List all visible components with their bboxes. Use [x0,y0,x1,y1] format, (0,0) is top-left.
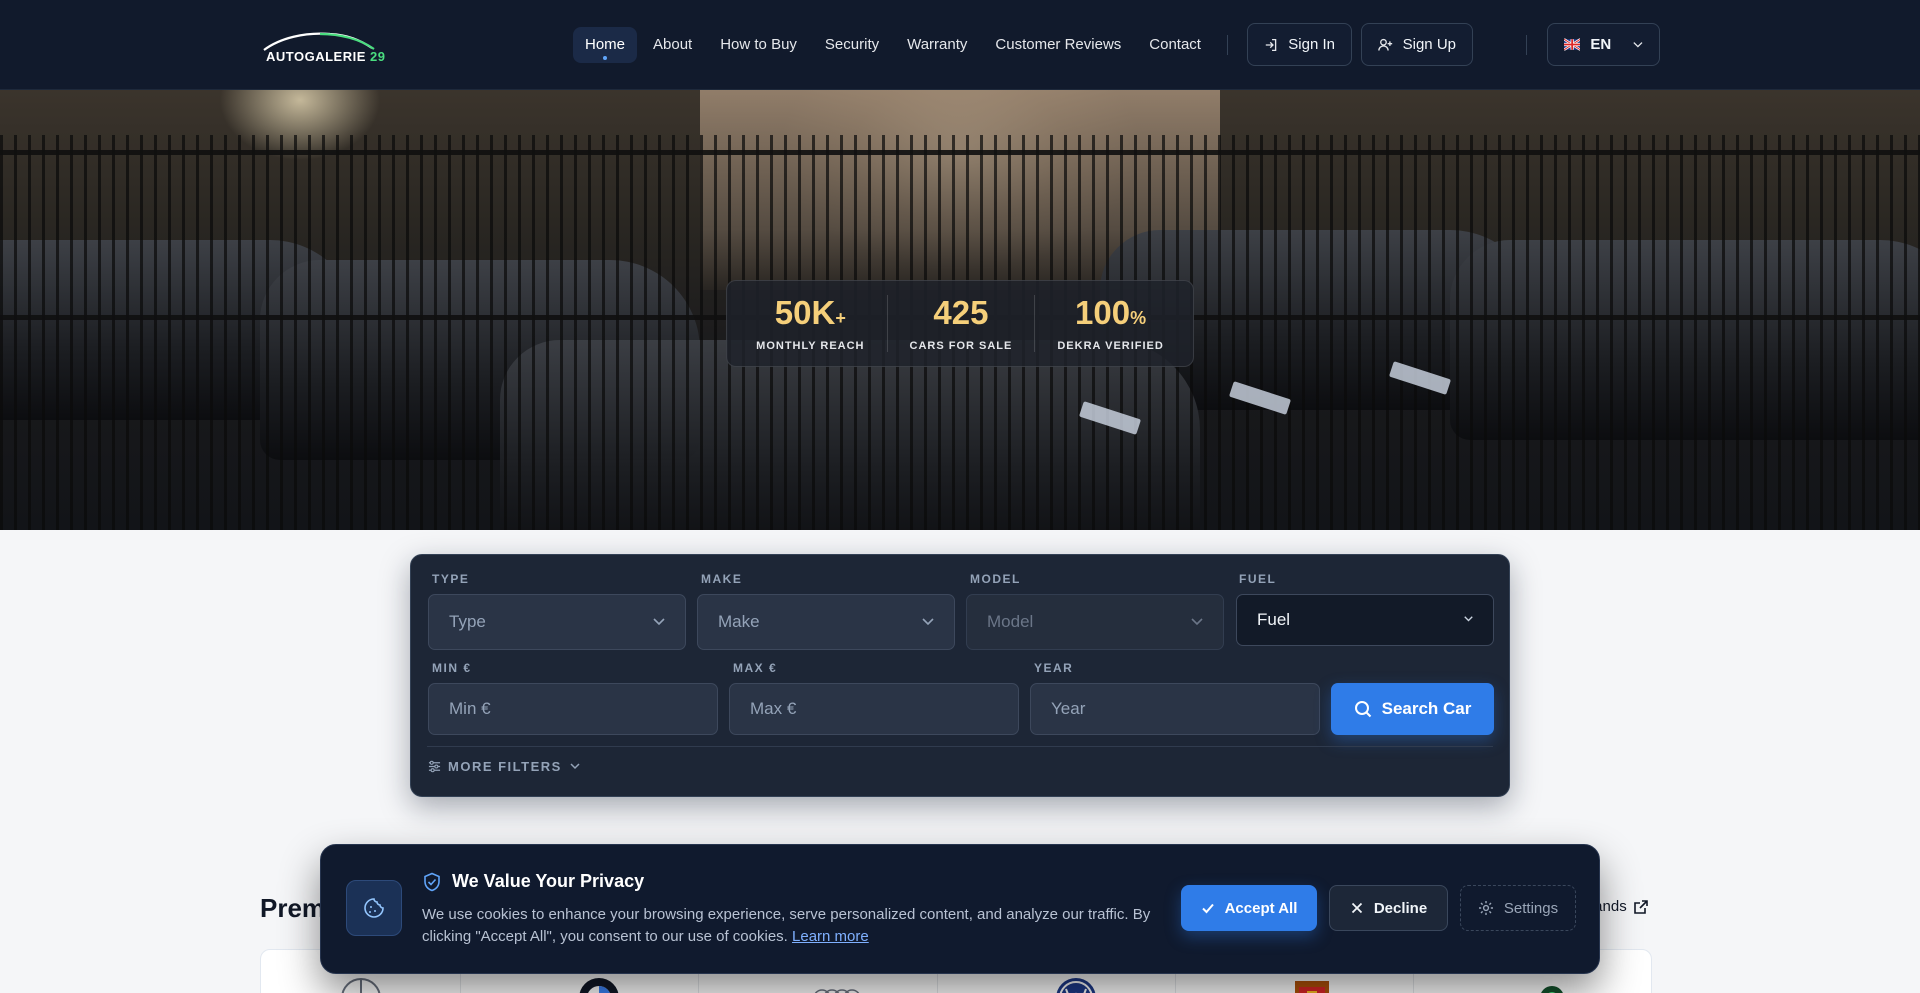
audi-logo-icon [814,989,859,993]
type-value: Type [449,612,486,631]
sign-up-button[interactable]: Sign Up [1361,23,1473,66]
max-price-input[interactable]: Max € [729,683,1019,735]
nav-about[interactable]: About [641,27,704,63]
main-nav: Home About How to Buy Security Warranty … [573,27,1217,63]
more-filters-toggle[interactable]: MORE FILTERS [428,759,580,774]
nav-security[interactable]: Security [813,27,891,63]
fuel-value: Fuel [1257,610,1291,629]
sign-up-label: Sign Up [1402,36,1456,53]
max-price-label: MAX € [733,661,778,675]
search-car-label: Search Car [1381,699,1472,718]
chevron-down-icon [922,618,934,626]
cookie-settings-button[interactable]: Settings [1460,885,1576,931]
sign-in-icon [1265,38,1277,51]
chevron-down-icon [570,763,580,770]
volkswagen-logo-icon [1056,978,1095,993]
accept-all-button[interactable]: Accept All [1181,885,1317,931]
cookie-settings-label: Settings [1503,899,1559,917]
stat-value: 50K [774,294,836,331]
model-select[interactable]: Model [966,594,1224,650]
more-filters-label: MORE FILTERS [448,759,562,774]
close-icon [1351,902,1362,914]
stat-suffix: + [835,308,846,328]
decline-button[interactable]: Decline [1329,885,1448,931]
search-car-button[interactable]: Search Car [1331,683,1494,735]
model-label: MODEL [970,572,1021,586]
car-search-panel: TYPE Type MAKE Make MODEL Model FUEL Fue… [410,554,1510,797]
nav-contact[interactable]: Contact [1137,27,1213,63]
sign-in-button[interactable]: Sign In [1247,23,1352,66]
search-icon [1354,701,1371,718]
stat-suffix: % [1130,308,1147,328]
make-value: Make [718,612,760,631]
stat-value: 425 [933,294,989,331]
uk-flag-icon [1564,38,1581,51]
logo-text: AUTOGALERIE [266,49,366,64]
bmw-logo-icon [579,978,618,993]
nav-customer-reviews[interactable]: Customer Reviews [983,27,1133,63]
min-price-input[interactable]: Min € [428,683,718,735]
check-icon [1201,903,1214,914]
fuel-label: FUEL [1239,572,1277,586]
min-price-label: MIN € [432,661,472,675]
lang-divider [1526,35,1527,55]
decline-label: Decline [1373,899,1428,917]
external-link-icon [1633,899,1648,914]
stat-label: DEKRA VERIFIED [1057,340,1164,352]
language-label: EN [1590,36,1612,53]
model-value: Model [987,612,1034,631]
porsche-logo-icon [1294,981,1329,993]
nav-warranty[interactable]: Warranty [895,27,979,63]
skoda-logo-icon [1541,986,1563,993]
user-plus-icon [1378,38,1393,51]
cookie-icon-box [346,880,402,936]
year-input[interactable]: Year [1030,683,1320,735]
cookie-banner: We Value Your Privacy We use cookies to … [320,844,1600,974]
stat-label: MONTHLY REACH [756,340,865,352]
make-select[interactable]: Make [697,594,955,650]
logo-number: 29 [370,49,386,64]
chevron-down-icon [1464,616,1473,622]
stat-label: CARS FOR SALE [909,340,1013,352]
sign-in-label: Sign In [1288,36,1335,53]
chevron-down-icon [1191,618,1203,626]
accept-all-label: Accept All [1224,899,1298,917]
fuel-select[interactable]: Fuel [1236,594,1494,646]
year-label: YEAR [1034,661,1074,675]
logo[interactable]: AUTOGALERIE 29 [260,30,385,70]
gear-icon [1478,901,1493,915]
stat-cars-for-sale: 425 CARS FOR SALE [886,294,1035,352]
sliders-icon [428,760,441,773]
chevron-down-icon [653,618,665,626]
cookie-message-text: We use cookies to enhance your browsing … [422,906,1151,945]
nav-how-to-buy[interactable]: How to Buy [708,27,809,63]
make-label: MAKE [701,572,743,586]
mercedes-logo-icon [341,978,380,993]
stat-dekra-verified: 100% DEKRA VERIFIED [1034,295,1186,352]
stat-monthly-reach: 50K+ MONTHLY REACH [734,294,886,353]
shield-check-icon [424,872,440,891]
stat-value: 100 [1075,294,1131,331]
chevron-down-icon [1633,41,1643,48]
cookie-icon [364,898,384,918]
fence-rail [0,150,1920,155]
cookie-title-text: We Value Your Privacy [452,871,645,891]
nav-home[interactable]: Home [573,27,638,63]
cookie-message: We use cookies to enhance your browsing … [422,904,1162,948]
learn-more-link[interactable]: Learn more [792,928,869,945]
type-select[interactable]: Type [428,594,686,650]
type-label: TYPE [432,572,470,586]
cookie-title: We Value Your Privacy [422,871,644,892]
nav-divider [1227,35,1228,55]
language-select[interactable]: EN [1547,23,1660,66]
site-header: AUTOGALERIE 29 Home About How to Buy Sec… [0,0,1920,90]
filters-divider [427,746,1493,747]
stats-panel: 50K+ MONTHLY REACH 425 CARS FOR SALE 100… [726,280,1194,367]
